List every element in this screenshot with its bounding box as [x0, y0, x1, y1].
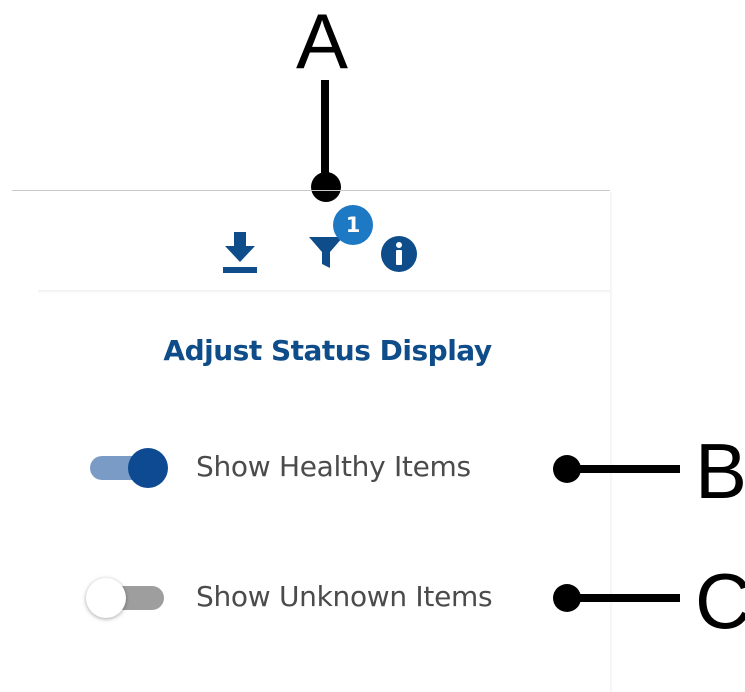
- callout-line-c: [575, 594, 680, 602]
- show-healthy-label: Show Healthy Items: [196, 450, 471, 483]
- info-icon: [381, 236, 417, 272]
- show-unknown-label: Show Unknown Items: [196, 580, 493, 613]
- callout-label-c: C: [695, 557, 745, 645]
- filter-count-badge: 1: [333, 205, 373, 245]
- callout-label-b: B: [695, 427, 745, 515]
- show-healthy-toggle[interactable]: [88, 446, 170, 490]
- top-divider: [12, 190, 610, 191]
- annotated-screenshot: A 1 Adjust Status Display Show Healthy I…: [0, 0, 745, 692]
- toggle-knob: [86, 578, 126, 618]
- callout-line-b: [575, 465, 680, 473]
- toggle-knob: [128, 448, 168, 488]
- download-button[interactable]: [220, 228, 260, 274]
- show-unknown-toggle[interactable]: [84, 576, 166, 620]
- info-button[interactable]: [380, 235, 418, 273]
- toolbar-divider: [38, 290, 610, 294]
- panel-edge: [610, 192, 613, 692]
- callout-line-a: [321, 80, 329, 180]
- panel-title: Adjust Status Display: [163, 334, 492, 367]
- download-icon: [223, 232, 257, 273]
- callout-label-a: A: [296, 0, 349, 85]
- callout-dot-a: [311, 172, 341, 202]
